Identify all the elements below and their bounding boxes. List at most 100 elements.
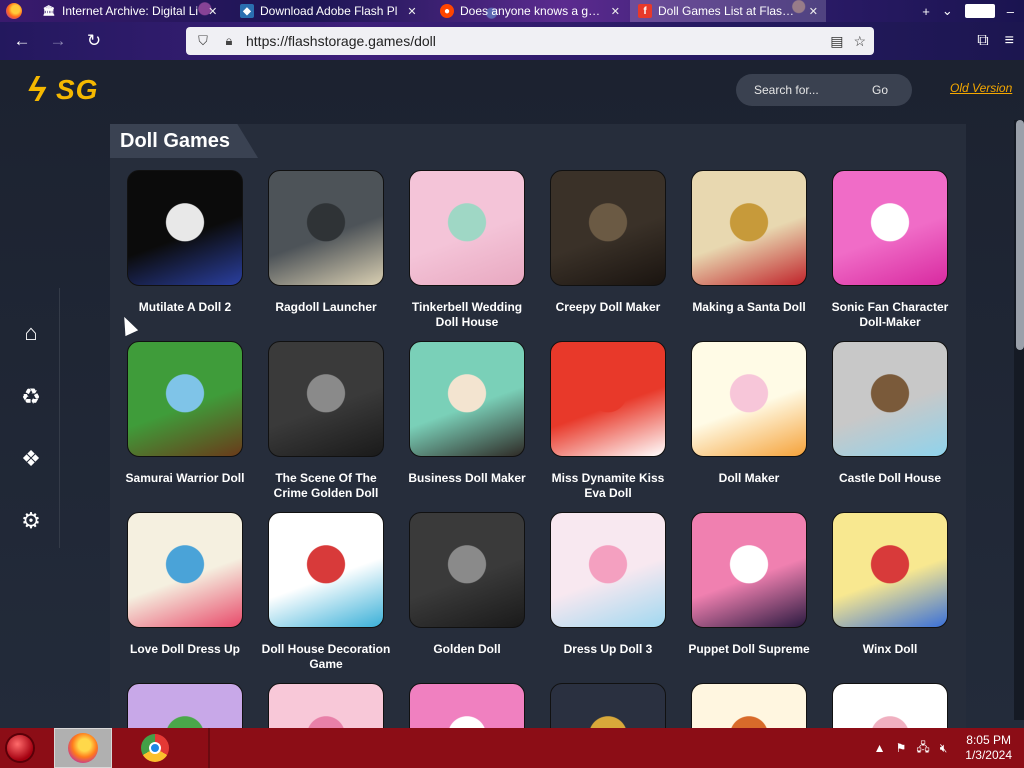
game-thumbnail[interactable] (832, 512, 948, 628)
game-title[interactable]: Dress Up Doll 3 (543, 642, 673, 657)
game-thumbnail[interactable] (550, 170, 666, 286)
start-button[interactable] (0, 728, 40, 768)
close-tab-icon[interactable]: ✕ (809, 5, 818, 18)
url-text[interactable]: https://flashstorage.games/doll (246, 33, 822, 49)
game-thumbnail[interactable] (550, 512, 666, 628)
flag-icon[interactable]: ⚑ (896, 741, 907, 755)
game-card[interactable]: Miss Dynamite Kiss Eva Doll (549, 341, 667, 501)
game-title[interactable]: Winx Doll (825, 642, 955, 657)
game-card[interactable] (831, 683, 949, 728)
network-icon[interactable]: 🖧︎ (916, 738, 929, 759)
menu-icon[interactable]: ≡ (1005, 32, 1014, 50)
volume-muted-icon[interactable]: 🔇︎ (940, 741, 948, 756)
game-card[interactable]: Golden Doll (408, 512, 526, 657)
back-icon[interactable]: ← (8, 27, 36, 55)
game-card[interactable] (126, 683, 244, 728)
site-logo[interactable]: ϟ SG (28, 72, 98, 108)
game-card[interactable]: Doll House Decoration Game (262, 512, 390, 672)
clock[interactable]: 8:05 PM 1/3/2024 (965, 733, 1012, 763)
game-title[interactable]: Miss Dynamite Kiss Eva Doll (543, 471, 673, 501)
old-version-link[interactable]: Old Version (950, 81, 1012, 95)
reload-icon[interactable]: ↻ (80, 27, 108, 55)
tab-doll-games[interactable]: f Doll Games List at FlashSt ✕ (630, 0, 826, 22)
game-thumbnail[interactable] (127, 341, 243, 457)
game-card[interactable] (408, 683, 526, 728)
game-title[interactable]: Golden Doll (402, 642, 532, 657)
game-title[interactable]: The Scene Of The Crime Golden Doll (261, 471, 391, 501)
extensions-icon[interactable]: ⧉ (977, 32, 988, 50)
game-thumbnail[interactable] (127, 683, 243, 728)
game-thumbnail[interactable] (268, 512, 384, 628)
game-title[interactable]: Ragdoll Launcher (261, 300, 391, 315)
game-card[interactable]: Sonic Fan Character Doll-Maker (831, 170, 949, 330)
game-title[interactable]: Doll House Decoration Game (261, 642, 391, 672)
diamond-grid-icon[interactable]: ❖ (18, 446, 44, 472)
game-title[interactable]: Creepy Doll Maker (543, 300, 673, 315)
game-thumbnail[interactable] (691, 170, 807, 286)
tab-adobe-flash[interactable]: ◆ Download Adobe Flash Pl ✕ (232, 0, 430, 22)
game-thumbnail[interactable] (832, 341, 948, 457)
settings-gear-icon[interactable]: ⚙ (18, 508, 44, 534)
home-icon[interactable]: ⌂ (18, 320, 44, 346)
bookmark-star-icon[interactable]: ☆ (853, 33, 866, 50)
game-card[interactable]: Tinkerbell Wedding Doll House (408, 170, 526, 330)
game-thumbnail[interactable] (409, 512, 525, 628)
game-title[interactable]: Tinkerbell Wedding Doll House (402, 300, 532, 330)
recycle-icon[interactable]: ♻ (18, 384, 44, 410)
game-card[interactable]: Dress Up Doll 3 (549, 512, 667, 657)
game-card[interactable]: Samurai Warrior Doll (126, 341, 244, 486)
game-thumbnail[interactable] (832, 683, 948, 728)
search-go-button[interactable]: Go (872, 83, 888, 97)
shield-icon[interactable]: ⛉ (194, 32, 212, 50)
game-card[interactable]: Creepy Doll Maker (549, 170, 667, 315)
game-thumbnail[interactable] (691, 512, 807, 628)
taskbar-firefox[interactable] (54, 728, 112, 768)
game-thumbnail[interactable] (409, 341, 525, 457)
scrollbar-thumb[interactable] (1016, 120, 1024, 350)
close-tab-icon[interactable]: ✕ (407, 5, 416, 18)
game-title[interactable]: Making a Santa Doll (684, 300, 814, 315)
list-tabs-icon[interactable]: ⌄ (942, 3, 953, 19)
game-card[interactable]: Castle Doll House (831, 341, 949, 486)
game-title[interactable]: Sonic Fan Character Doll-Maker (825, 300, 955, 330)
game-card[interactable]: Business Doll Maker (408, 341, 526, 486)
game-card[interactable] (549, 683, 667, 728)
game-thumbnail[interactable] (409, 683, 525, 728)
firefox-menu-icon[interactable] (6, 3, 22, 19)
window-controls[interactable] (964, 4, 995, 18)
game-title[interactable]: Castle Doll House (825, 471, 955, 486)
tab-internet-archive[interactable]: 🏛 Internet Archive: Digital Li ✕ (34, 0, 230, 22)
game-thumbnail[interactable] (832, 170, 948, 286)
game-thumbnail[interactable] (268, 341, 384, 457)
game-card[interactable]: The Scene Of The Crime Golden Doll (267, 341, 385, 501)
minimize-icon[interactable]: – (1007, 4, 1014, 19)
close-tab-icon[interactable]: ✕ (611, 5, 620, 18)
game-card[interactable]: Mutilate A Doll 2 (126, 170, 244, 315)
close-tab-icon[interactable]: ✕ (208, 5, 217, 18)
game-thumbnail[interactable] (127, 170, 243, 286)
game-title[interactable]: Business Doll Maker (402, 471, 532, 486)
game-title[interactable]: Puppet Doll Supreme (684, 642, 814, 657)
game-thumbnail[interactable] (268, 170, 384, 286)
show-hidden-icons[interactable]: ▲ (874, 741, 886, 755)
game-card[interactable] (690, 683, 808, 728)
game-thumbnail[interactable] (268, 683, 384, 728)
lock-icon[interactable]: 🔒︎ (220, 32, 238, 50)
new-tab-icon[interactable]: + (922, 4, 930, 19)
game-card[interactable] (267, 683, 385, 728)
game-title[interactable]: Doll Maker (684, 471, 814, 486)
game-thumbnail[interactable] (550, 683, 666, 728)
game-thumbnail[interactable] (691, 341, 807, 457)
address-bar[interactable]: ⛉ 🔒︎ https://flashstorage.games/doll ▤ ☆ (186, 27, 874, 55)
game-title[interactable]: Samurai Warrior Doll (120, 471, 250, 486)
forward-icon[interactable]: → (44, 27, 72, 55)
game-card[interactable]: Winx Doll (831, 512, 949, 657)
taskbar-chrome[interactable] (126, 728, 184, 768)
game-card[interactable]: Doll Maker (690, 341, 808, 486)
game-thumbnail[interactable] (691, 683, 807, 728)
game-card[interactable]: Ragdoll Launcher (267, 170, 385, 315)
game-title[interactable]: Love Doll Dress Up (120, 642, 250, 657)
game-card[interactable]: Puppet Doll Supreme (688, 512, 810, 657)
game-thumbnail[interactable] (550, 341, 666, 457)
game-title[interactable]: Mutilate A Doll 2 (120, 300, 250, 315)
